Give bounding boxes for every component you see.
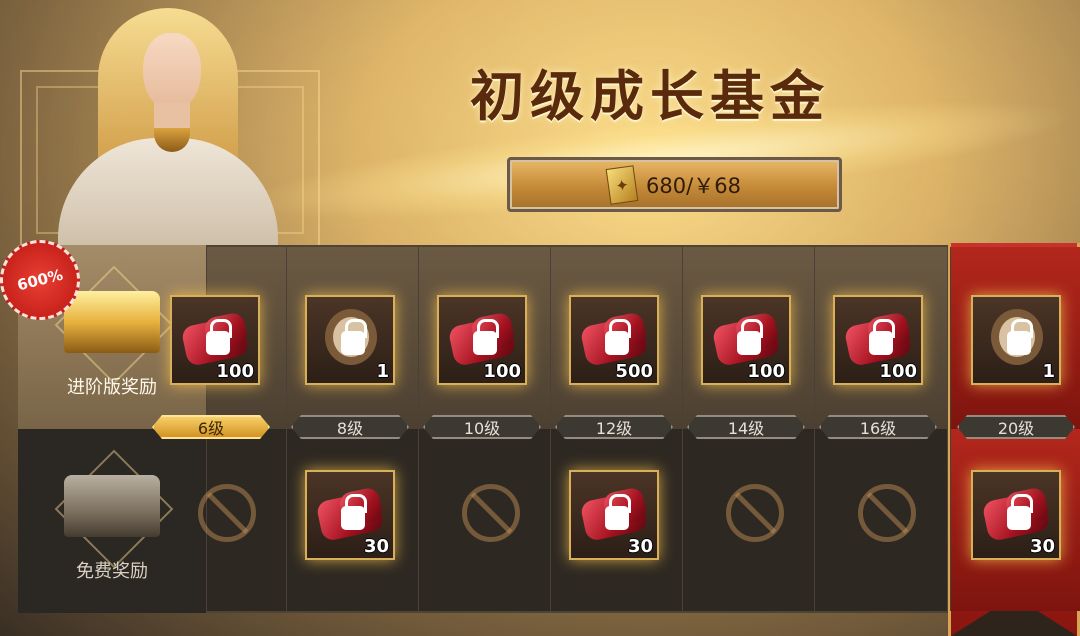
relic-icon	[983, 307, 1051, 367]
tab-premium-label: 进阶版奖励	[67, 377, 157, 398]
lock-icon	[737, 319, 763, 355]
tab-free-rewards[interactable]: 免费奖励	[18, 429, 206, 613]
no-reward-icon	[858, 484, 916, 542]
premium-reward-slot[interactable]: 1	[971, 295, 1061, 385]
lock-icon	[341, 319, 367, 355]
ruby-icon	[579, 482, 649, 543]
lock-icon	[869, 319, 895, 355]
hero-portrait	[58, 8, 278, 248]
lock-icon	[605, 319, 631, 355]
lock-icon	[1007, 319, 1033, 355]
reward-quantity: 30	[363, 536, 389, 557]
lock-icon	[341, 494, 367, 530]
level-label: 10级	[423, 415, 541, 439]
no-reward-icon	[462, 484, 520, 542]
premium-reward-slot[interactable]: 100	[833, 295, 923, 385]
level-label: 8级	[291, 415, 409, 439]
face	[143, 33, 201, 111]
ruby-icon	[981, 482, 1051, 543]
lock-icon	[605, 494, 631, 530]
ruby-icon	[579, 307, 649, 368]
price-button[interactable]: ✦ 680/￥68	[507, 157, 842, 212]
ruby-icon	[843, 307, 913, 368]
price-label: 680/￥68	[646, 173, 741, 198]
ruby-icon	[447, 307, 517, 368]
level-label: 14级	[687, 415, 805, 439]
premium-reward-slot[interactable]: 1	[305, 295, 395, 385]
level-label: 16级	[819, 415, 937, 439]
gold-chest-icon	[64, 291, 160, 353]
no-reward-icon	[198, 484, 256, 542]
dress	[58, 138, 278, 248]
ruby-icon	[711, 307, 781, 368]
reward-quantity: 100	[747, 361, 785, 382]
premium-reward-slot[interactable]: 500	[569, 295, 659, 385]
relic-icon	[317, 307, 385, 367]
ruby-icon	[315, 482, 385, 543]
ruby-icon	[180, 307, 250, 368]
premium-reward-slot[interactable]: 100	[437, 295, 527, 385]
reward-quantity: 500	[615, 361, 653, 382]
reward-quantity: 30	[1029, 536, 1055, 557]
lock-icon	[206, 319, 232, 355]
free-reward-slot[interactable]: 30	[305, 470, 395, 560]
reward-quantity: 30	[627, 536, 653, 557]
reward-quantity: 100	[483, 361, 521, 382]
silver-chest-icon	[64, 475, 160, 537]
premium-reward-slot[interactable]: 100	[701, 295, 791, 385]
lock-icon	[1007, 494, 1033, 530]
page-title: 初级成长基金	[470, 64, 830, 128]
no-reward-icon	[726, 484, 784, 542]
reward-quantity: 100	[879, 361, 917, 382]
free-reward-slot[interactable]: 30	[569, 470, 659, 560]
free-reward-slot[interactable]: 30	[971, 470, 1061, 560]
level-label: 20级	[957, 415, 1075, 439]
level-label: 12级	[555, 415, 673, 439]
tab-free-label: 免费奖励	[76, 561, 148, 582]
lock-icon	[473, 319, 499, 355]
reward-quantity: 1	[1042, 361, 1055, 382]
reward-quantity: 1	[376, 361, 389, 382]
fund-book-icon: ✦	[605, 164, 639, 205]
level-label: 6级	[152, 415, 270, 439]
premium-reward-slot[interactable]: 100	[170, 295, 260, 385]
reward-quantity: 100	[216, 361, 254, 382]
